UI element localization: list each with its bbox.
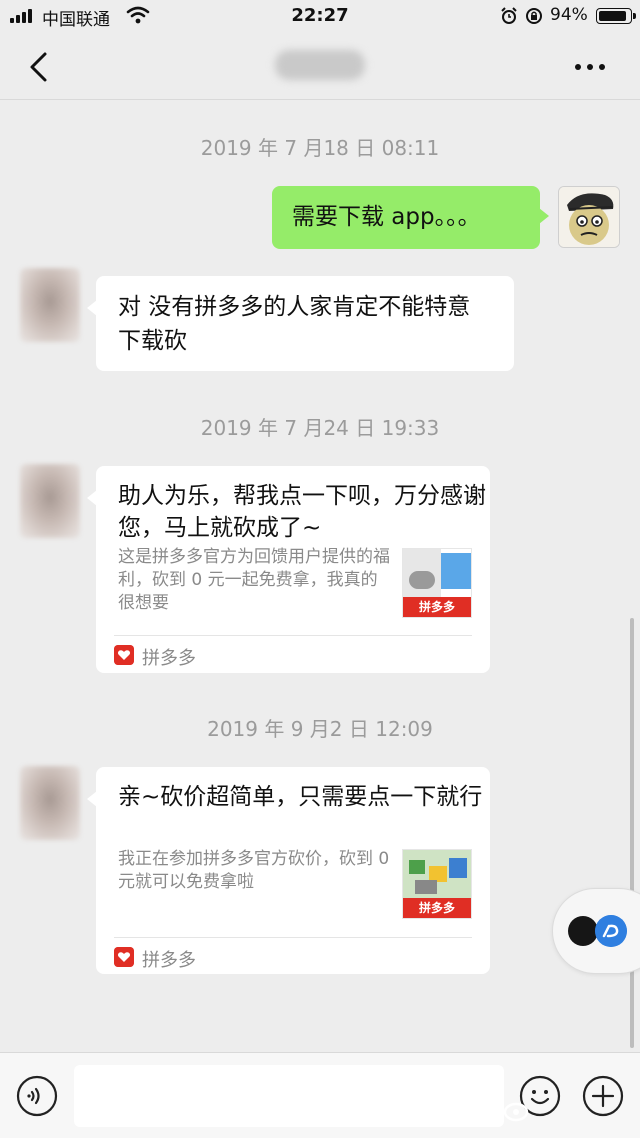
message-timestamp: 2019 年 9 月2 日 12:09	[207, 717, 433, 741]
battery-percentage: 94%	[550, 5, 588, 25]
thumbnail-banner: 拼多多	[403, 597, 471, 617]
share-card[interactable]: 亲~砍价超简单，只需要点一下就行 我正在参加拼多多官方砍价，砍到 0 元就可以免…	[87, 767, 490, 974]
floating-app-icon	[568, 916, 598, 946]
cartoon-avatar-icon	[559, 187, 619, 247]
message-text: 对 没有拼多多的人家肯定不能特意下载砍	[118, 294, 471, 354]
pinduoduo-logo-icon	[114, 947, 134, 967]
contact-avatar[interactable]	[20, 464, 80, 538]
watermark	[502, 1090, 640, 1138]
card-description: 我正在参加拼多多官方砍价，砍到 0 元就可以免费拿啦	[118, 849, 390, 892]
alarm-icon	[501, 7, 517, 24]
more-options-button[interactable]	[570, 54, 610, 80]
message-timestamp: 2019 年 7 月24 日 19:33	[200, 416, 440, 440]
scrollbar[interactable]	[630, 618, 634, 1048]
card-title: 助人为乐，帮我点一下呗，万分感谢您，马上就砍成了~	[118, 483, 486, 541]
floating-widget[interactable]	[552, 888, 640, 974]
contact-avatar[interactable]	[20, 268, 80, 342]
message-input[interactable]	[74, 1065, 504, 1127]
contact-avatar[interactable]	[20, 766, 80, 840]
rotation-lock-icon	[526, 8, 542, 24]
status-bar: 中国联通 22:27 94%	[0, 0, 640, 34]
share-card[interactable]: 助人为乐，帮我点一下呗，万分感谢您，马上就砍成了~ 这是拼多多官方为回馈用户提供…	[87, 466, 490, 673]
clock: 22:27	[291, 5, 349, 26]
back-button[interactable]	[20, 48, 60, 86]
floating-logo-icon	[595, 915, 627, 947]
source-name: 拼多多	[142, 950, 196, 971]
pinduoduo-logo-icon	[114, 645, 134, 665]
sent-message-bubble[interactable]: 需要下载 app。。。	[272, 186, 549, 249]
card-thumbnail: 拼多多	[402, 548, 472, 618]
card-thumbnail: 拼多多	[402, 849, 472, 919]
chat-header	[0, 34, 640, 100]
message-timestamp: 2019 年 7 月18 日 08:11	[200, 136, 440, 160]
watermark-logo-icon	[503, 1102, 529, 1122]
battery-icon	[596, 8, 636, 24]
thumbnail-banner: 拼多多	[403, 898, 471, 918]
source-name: 拼多多	[142, 648, 196, 669]
divider	[114, 937, 472, 938]
self-avatar[interactable]	[558, 186, 620, 248]
chat-title	[275, 50, 365, 80]
message-text: 需要下载 app。。。	[292, 204, 481, 230]
voice-button[interactable]	[16, 1075, 58, 1117]
card-title: 亲~砍价超简单，只需要点一下就行	[118, 784, 483, 810]
divider	[114, 635, 472, 636]
received-message-bubble[interactable]: 对 没有拼多多的人家肯定不能特意下载砍	[87, 276, 514, 371]
card-description: 这是拼多多官方为回馈用户提供的福利，砍到 0 元一起免费拿，我真的很想要	[118, 547, 390, 613]
